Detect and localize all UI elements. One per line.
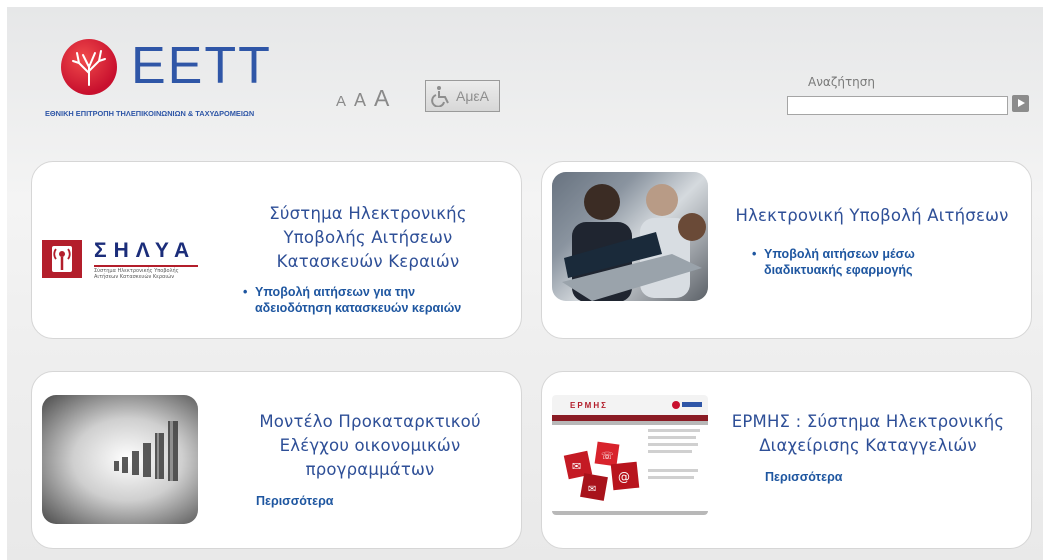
svg-text:☏: ☏ — [601, 451, 614, 462]
shlya-divider — [94, 265, 198, 267]
font-size-small-button[interactable]: A — [336, 93, 346, 110]
wheelchair-icon — [431, 86, 449, 107]
svg-text:✉: ✉ — [572, 460, 581, 473]
amea-label: ΑμεΑ — [456, 88, 489, 104]
antenna-icon — [42, 240, 82, 278]
font-size-large-button[interactable]: A — [374, 85, 389, 112]
search-submit-button[interactable] — [1012, 95, 1029, 112]
shlya-logo: ΣΗΛΥΑ Σύστημα Ηλεκτρονικής Υποβολής Αιτή… — [42, 237, 202, 281]
card-shlya[interactable]: ΣΗΛΥΑ Σύστημα Ηλεκτρονικής Υποβολής Αιτή… — [31, 161, 522, 339]
ermis-image-title: ΕΡΜΗΣ — [570, 401, 608, 410]
shlya-logo-subtitle: Σύστημα Ηλεκτρονικής Υποβολής Αιτήσεων Κ… — [94, 268, 179, 280]
svg-text:✉: ✉ — [588, 484, 596, 495]
card-preliminary-model[interactable]: Μοντέλο Προκαταρκτικού Ελέγχου οικονομικ… — [31, 371, 522, 549]
svg-text:@: @ — [618, 470, 630, 484]
card-electronic-submission[interactable]: Ηλεκτρονική Υποβολή Αιτήσεων Υποβολή αιτ… — [541, 161, 1032, 339]
card-bullet: Υποβολή αιτήσεων μέσω διαδικτυακής εφαρμ… — [752, 246, 1014, 278]
eett-logo[interactable]: ΕΕΤΤ ΕΘΝΙΚΗ ΕΠΙΤΡΟΠΗ ΤΗΛΕΠΙΚΟΙΝΩΝΙΩΝ & Τ… — [45, 37, 295, 122]
search-input[interactable] — [787, 96, 1008, 115]
shlya-logo-title: ΣΗΛΥΑ — [94, 239, 197, 262]
ermis-screenshot: ΕΡΜΗΣ ✉ ☏ @ ✉ — [552, 395, 708, 515]
font-size-controls: AAA — [336, 85, 397, 112]
card-ermis[interactable]: ΕΡΜΗΣ ✉ ☏ @ ✉ ΕΡΜΗΣ: Σύστημα Ηλεκτρονικ… — [541, 371, 1032, 549]
bar-chart-photo — [42, 395, 198, 524]
search-label: Αναζήτηση — [808, 75, 875, 89]
logo-wordmark: ΕΕΤΤ — [131, 37, 272, 95]
card-title[interactable]: Σύστημα Ηλεκτρονικής Υποβολής Αιτήσεων Κ… — [232, 202, 504, 274]
amea-accessibility-button[interactable]: ΑμεΑ — [425, 80, 500, 112]
more-link[interactable]: Περισσότερα — [256, 494, 333, 508]
card-title[interactable]: Μοντέλο Προκαταρκτικού Ελέγχου οικονομικ… — [225, 410, 515, 482]
more-link[interactable]: Περισσότερα — [765, 470, 842, 484]
card-title[interactable]: ΕΡΜΗΣ : Σύστημα Ηλεκτρονικής Διαχείρισης… — [718, 410, 1018, 458]
logo-subtitle: ΕΘΝΙΚΗ ΕΠΙΤΡΟΠΗ ΤΗΛΕΠΙΚΟΙΝΩΝΙΩΝ & ΤΑΧΥΔΡ… — [45, 109, 255, 118]
font-size-medium-button[interactable]: A — [354, 90, 366, 111]
card-title[interactable]: Ηλεκτρονική Υποβολή Αιτήσεων — [722, 204, 1022, 228]
card-bullet: Υποβολή αιτήσεων για την αδειοδότηση κατ… — [243, 284, 505, 316]
page-background: ΕΕΤΤ ΕΘΝΙΚΗ ΕΠΙΤΡΟΠΗ ΤΗΛΕΠΙΚΟΙΝΩΝΙΩΝ & Τ… — [7, 7, 1043, 560]
business-people-photo — [552, 172, 708, 301]
eett-tree-icon — [61, 39, 117, 95]
